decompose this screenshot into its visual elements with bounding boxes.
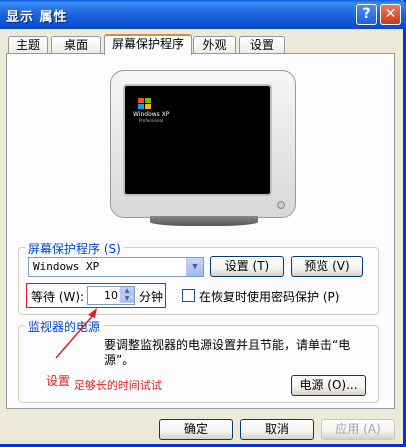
settings-button[interactable]: 设置 (T) (210, 256, 284, 277)
preview-button[interactable]: 预览 (V) (291, 256, 363, 277)
preview-logo-subtext: Professional (139, 118, 164, 123)
annotation-text: 设置 足够长的时间试试 (46, 372, 162, 392)
screensaver-selected-value: Windows XP (33, 260, 100, 273)
power-description-line2: 源”。 (104, 353, 135, 367)
tab-desktop[interactable]: 桌面 (51, 36, 101, 54)
tab-themes[interactable]: 主题 (8, 36, 48, 54)
tab-screensaver[interactable]: 屏幕保护程序 (104, 34, 192, 55)
monitor-case: Windows XP Professional (110, 70, 296, 218)
wait-minutes-stepper[interactable]: 10 ▲ ▼ (87, 286, 135, 305)
windows-logo-icon (138, 98, 152, 110)
wait-unit-label: 分钟 (139, 290, 164, 304)
monitor-stand (150, 216, 258, 226)
spin-up-icon[interactable]: ▲ (120, 287, 134, 295)
password-checkbox[interactable] (182, 289, 195, 302)
window-title: 显示 属性 (6, 10, 68, 25)
monitor-power-group-label: 监视器的电源 (25, 318, 104, 335)
annotation-text-part2: 足够长的时间试试 (73, 379, 162, 392)
chevron-down-icon[interactable]: ▼ (186, 258, 203, 276)
wait-label: 等待 (W): (31, 290, 85, 304)
spinner-buttons[interactable]: ▲ ▼ (120, 287, 134, 304)
preview-logo-text: Windows XP (133, 111, 170, 118)
display-properties-window: 显示 属性 ? ✕ 主题 桌面 屏幕保护程序 外观 设置 Windows XP … (0, 0, 406, 447)
tab-settings[interactable]: 设置 (239, 36, 285, 54)
apply-button[interactable]: 应用 (A) (321, 419, 395, 440)
title-bar[interactable]: 显示 属性 ? ✕ (0, 0, 406, 29)
password-label[interactable]: 在恢复时使用密码保护 (P) (199, 288, 339, 305)
ok-button[interactable]: 确定 (159, 419, 233, 440)
monitor-preview: Windows XP Professional (110, 70, 296, 230)
screensaver-group-label: 屏幕保护程序 (S) (25, 240, 124, 257)
monitor-led-icon (277, 201, 285, 209)
power-button[interactable]: 电源 (O)... (291, 375, 366, 396)
power-description-line1: 要调整监视器的电源设置并且节能，请单击“电 (104, 338, 351, 352)
cancel-button[interactable]: 取消 (240, 419, 314, 440)
wait-minutes-value: 10 (104, 289, 118, 302)
annotation-text-part1: 设置 (46, 374, 71, 388)
close-button[interactable]: ✕ (380, 4, 401, 25)
tab-appearance[interactable]: 外观 (193, 36, 236, 54)
help-button[interactable]: ? (356, 4, 377, 25)
spin-down-icon[interactable]: ▼ (120, 295, 134, 303)
preview-screen: Windows XP Professional (123, 84, 272, 196)
screensaver-select[interactable]: Windows XP ▼ (28, 257, 204, 277)
